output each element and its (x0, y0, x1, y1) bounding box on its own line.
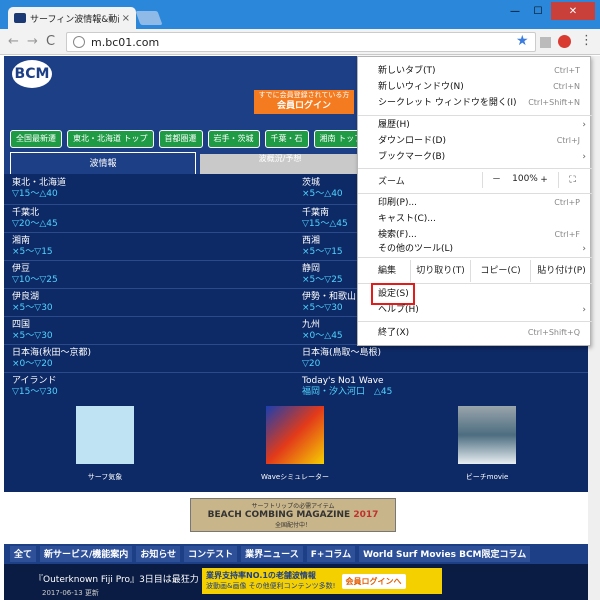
news-date: 2017-06-13 更新 (42, 589, 99, 597)
thumb-label: サーフ気象 (87, 473, 123, 481)
chrome-menu: 新しいタブ(T) Ctrl+T 新しいウィンドウ(N) Ctrl+N シークレット … (357, 56, 592, 346)
close-window-button[interactable]: ✕ (551, 2, 595, 20)
region-cell[interactable]: 九州 ×0〜△45 (302, 320, 343, 344)
extension-red-icon[interactable] (558, 35, 571, 48)
chevron-right-icon: › (582, 152, 586, 162)
region-cell[interactable]: 日本海(秋田〜京都) ×0〜▽20 (12, 348, 91, 372)
menu-help[interactable]: ヘルプ(H) › (358, 302, 592, 318)
todays-wave-cell[interactable]: Today's No1 Wave 福岡・汐入河口 △45 (302, 376, 392, 400)
bookmark-star-icon[interactable]: ★ (516, 33, 529, 49)
category-item[interactable]: コンテスト (184, 546, 238, 562)
magazine-banner[interactable]: サーフトリップの必需アイテム BEACH COMBING MAGAZINE 20… (190, 498, 396, 532)
category-item[interactable]: F+コラム (306, 546, 356, 562)
member-login-button[interactable]: すでに会員登録されている方 会員ログイン (254, 90, 354, 114)
back-icon[interactable]: ← (8, 34, 19, 49)
login-note: すでに会員登録されている方 (258, 91, 350, 99)
maximize-button[interactable]: ☐ (527, 2, 549, 20)
region-pill[interactable]: 首都圏遷 (158, 130, 203, 148)
new-tab-button[interactable] (135, 11, 163, 25)
region-cell[interactable]: 東北・北海道 ▽15〜△40 (12, 178, 66, 202)
region-pill[interactable]: 全国最新遷 (10, 130, 62, 148)
feature-thumbnails: サーフ気象 Waveシミュレーター ビーチmovie (4, 398, 600, 492)
chevron-right-icon: › (582, 305, 586, 315)
url-text: m.bc01.com (91, 35, 160, 49)
region-cell[interactable]: 茨城 ×5〜△40 (302, 178, 343, 202)
chevron-right-icon: › (582, 244, 586, 254)
news-footer: 『Outerknown Fiji Pro』3日目は最狂力 2017-06-13 … (4, 564, 600, 600)
category-item[interactable]: World Surf Movies BCM限定コラム (359, 546, 531, 562)
promo-login-button[interactable]: 会員ログインへ (341, 573, 406, 589)
zoom-row: ズーム － 100% + ⛶ (358, 169, 592, 191)
edit-label: 編集 (378, 266, 397, 276)
wave-simulator-image[interactable] (266, 406, 324, 464)
minimize-button[interactable]: — (504, 2, 526, 20)
news-title[interactable]: 『Outerknown Fiji Pro』3日目は最狂力 (34, 572, 224, 585)
beach-movie-image[interactable] (458, 406, 516, 464)
region-cell[interactable]: 伊良湖 ×5〜▽30 (12, 292, 53, 316)
region-cell[interactable]: 伊勢・和歌山 ×5〜▽30 (302, 292, 356, 316)
region-pill[interactable]: 千葉・石 (264, 130, 309, 148)
menu-more-tools[interactable]: その他のツール(L) › (358, 241, 592, 257)
category-item[interactable]: 業界ニュース (241, 546, 303, 562)
forward-icon[interactable]: → (27, 34, 38, 49)
category-item[interactable]: お知らせ (136, 546, 181, 562)
category-item[interactable]: 新サービス/機能案内 (40, 546, 133, 562)
zoom-in-button[interactable]: + (530, 172, 558, 188)
favicon-icon (14, 13, 26, 23)
region-cell[interactable]: 湘南 ×5〜▽15 (12, 236, 53, 260)
browser-tab[interactable]: サーフィン波情報&動画 × (8, 7, 136, 29)
region-cell[interactable]: 千葉南 ▽15〜△45 (302, 208, 348, 232)
tab-wave-info[interactable]: 波情報 (10, 152, 196, 174)
menu-new-tab[interactable]: 新しいタブ(T) Ctrl+T (358, 63, 592, 79)
tab-wave-forecast[interactable]: 波概況/予想 (200, 154, 360, 174)
menu-history[interactable]: 履歴(H) › (358, 117, 592, 133)
region-pill[interactable]: 東北・北海道 トップ (67, 130, 154, 148)
region-cell[interactable]: 千葉北 ▽20〜△45 (12, 208, 58, 232)
menu-print[interactable]: 印刷(P)... Ctrl+P (358, 195, 592, 211)
login-label: 会員ログイン (276, 101, 331, 111)
menu-downloads[interactable]: ダウンロード(D) Ctrl+J (358, 133, 592, 149)
chrome-menu-icon[interactable]: ⋮ (580, 33, 593, 48)
edit-row: 編集 切り取り(T) コピー(C) 貼り付け(P) (358, 260, 592, 282)
menu-bookmarks[interactable]: ブックマーク(B) › (358, 149, 592, 165)
surf-weather-map-image[interactable] (76, 406, 134, 464)
region-cell[interactable]: 西湘 ×5〜▽15 (302, 236, 343, 260)
fullscreen-icon[interactable]: ⛶ (558, 172, 586, 188)
region-cell[interactable]: アイランド ▽15〜▽30 (12, 376, 58, 400)
address-bar[interactable]: m.bc01.com (66, 32, 536, 52)
tab-title: サーフィン波情報&動画 (30, 14, 119, 25)
cut-button[interactable]: 切り取り(T) (410, 260, 470, 282)
menu-new-window[interactable]: 新しいウィンドウ(N) Ctrl+N (358, 79, 592, 95)
tab-close-icon[interactable]: × (122, 13, 130, 24)
promo-banner[interactable]: 業界支持率NO.1の老舗波情報 波動画&画像 その他便利コンテンツ多数! 会員ロ… (202, 568, 442, 594)
browser-toolbar: ← → C m.bc01.com ★ ⋮ (0, 29, 600, 55)
zoom-label: ズーム (378, 177, 405, 187)
site-logo[interactable]: BCM (12, 60, 52, 88)
extension-icon[interactable] (540, 37, 551, 48)
reload-icon[interactable]: C (46, 34, 55, 49)
title-bar: サーフィン波情報&動画 × — ☐ ✕ (0, 0, 600, 29)
copy-button[interactable]: コピー(C) (470, 260, 530, 282)
region-pill[interactable]: 岩手・茨城 (207, 130, 260, 148)
menu-incognito[interactable]: シークレット ウィンドウを開く(I) Ctrl+Shift+N (358, 95, 592, 111)
menu-cast[interactable]: キャスト(C)... (358, 211, 592, 227)
info-icon[interactable] (73, 36, 85, 48)
menu-exit[interactable]: 終了(X) Ctrl+Shift+Q (358, 325, 592, 341)
region-cell[interactable]: 日本海(鳥取〜島根) ▽20 (302, 348, 381, 372)
region-cell[interactable]: 静岡 ×5〜▽25 (302, 264, 343, 288)
thumb-label: ビーチmovie (465, 473, 509, 481)
thumb-label: Waveシミュレーター (260, 473, 330, 481)
zoom-out-button[interactable]: － (482, 172, 510, 188)
region-cell[interactable]: 四国 ×5〜▽30 (12, 320, 53, 344)
paste-button[interactable]: 貼り付け(P) (530, 260, 592, 282)
region-cell[interactable]: 伊豆 ▽10〜▽25 (12, 264, 58, 288)
category-bar: 全て 新サービス/機能案内 お知らせ コンテスト 業界ニュース F+コラム Wo… (4, 544, 600, 564)
chevron-right-icon: › (582, 120, 586, 130)
category-item[interactable]: 全て (10, 546, 37, 562)
